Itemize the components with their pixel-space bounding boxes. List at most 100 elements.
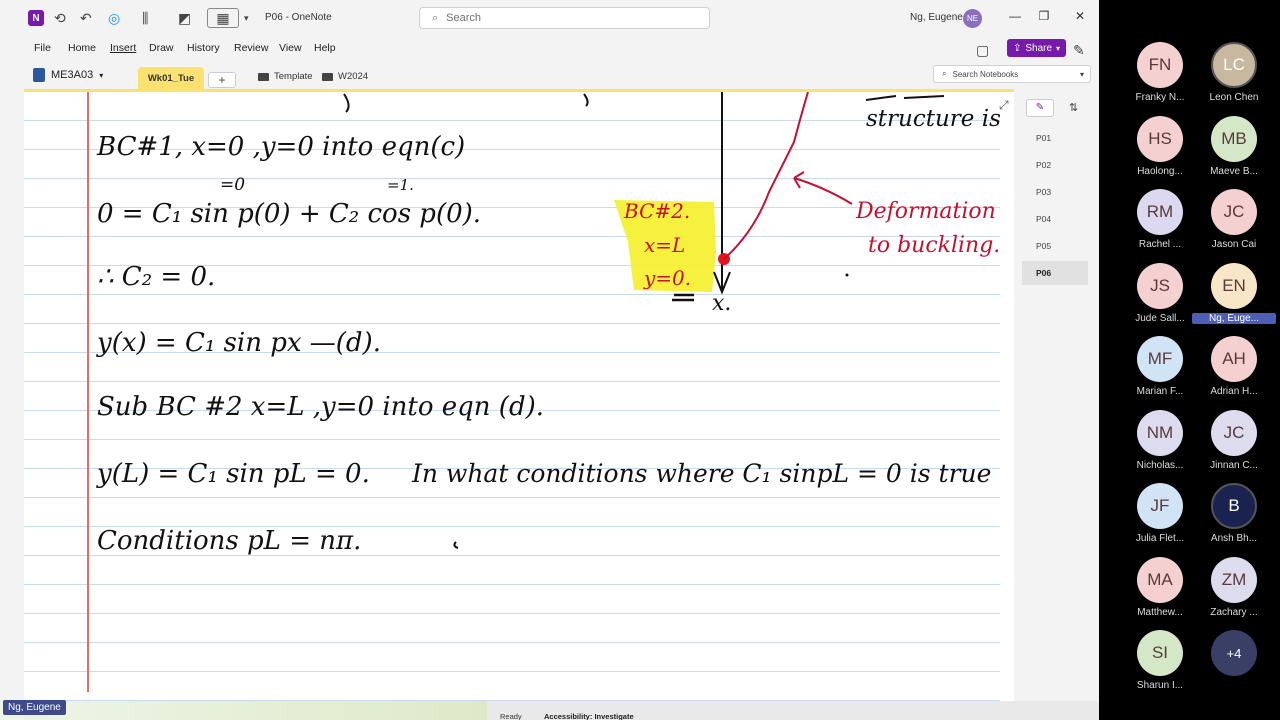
pen-tools-icon[interactable]: ⫼: [142, 8, 148, 28]
section-group-icon: [258, 72, 269, 81]
page-item-p04[interactable]: P04: [1022, 207, 1088, 231]
user-name[interactable]: Ng, Eugene: [910, 12, 963, 23]
search-placeholder: Search: [446, 12, 482, 24]
expand-icon[interactable]: ⤢: [999, 98, 1009, 113]
participant-avatar: MA: [1137, 556, 1183, 603]
participant-avatar: JC: [1211, 409, 1257, 456]
notebook-search-placeholder: Search Notebooks: [952, 69, 1019, 79]
lasso-icon[interactable]: ◩: [178, 8, 191, 28]
participant-avatar: JS: [1137, 262, 1183, 309]
menu-history[interactable]: History: [187, 42, 220, 54]
menu-draw[interactable]: Draw: [149, 42, 174, 54]
menu-file[interactable]: File: [34, 42, 51, 54]
sync-icon[interactable]: ◎: [108, 8, 120, 28]
note-conditions: Conditions pL = nπ.: [97, 526, 361, 556]
participant-tile[interactable]: +4: [1188, 630, 1278, 700]
accessibility-status[interactable]: Accessibility: Investigate: [544, 712, 634, 720]
comments-icon[interactable]: ✎: [1073, 40, 1085, 60]
notebook-name: ME3A03: [51, 69, 94, 81]
participant-avatar: AH: [1211, 336, 1257, 382]
presenter-label: Ng, Eugene: [3, 700, 66, 715]
section-group-template[interactable]: Template: [258, 71, 313, 82]
close-icon[interactable]: ✕: [1070, 9, 1090, 27]
notebook-selector[interactable]: ME3A03 ▾: [33, 68, 103, 82]
menu-bar: File Home Insert Draw History Review Vie…: [0, 36, 1099, 60]
page-item-p06[interactable]: P06: [1022, 261, 1088, 285]
participant-avatar: RM: [1137, 189, 1183, 235]
share-button[interactable]: ⇪ Share ▾: [1007, 39, 1066, 57]
document-title: P06 - OneNote: [265, 12, 332, 23]
page-item-p01[interactable]: P01: [1022, 126, 1088, 150]
participant-tile[interactable]: MB Maeve B...: [1188, 115, 1278, 186]
search-icon: ⌕: [432, 11, 439, 24]
note-deformation: Deformation: [855, 199, 996, 224]
chevron-down-icon: ▾: [1079, 69, 1084, 79]
participant-avatar: HS: [1137, 115, 1183, 162]
participant-avatar: SI: [1137, 630, 1183, 676]
back-icon[interactable]: ⟲: [54, 8, 66, 28]
search-icon: ⌕: [942, 69, 947, 78]
note-therefore: ∴ C₂ = 0.: [97, 262, 215, 292]
participant-photo: B: [1211, 483, 1257, 529]
page-item-p03[interactable]: P03: [1022, 180, 1088, 204]
participant-tile[interactable]: LC Leon Chen: [1188, 42, 1278, 112]
section-tab-active[interactable]: Wk01_Tue: [138, 67, 204, 89]
section-group-w2024[interactable]: W2024: [322, 71, 368, 82]
status-ready: Ready: [500, 712, 522, 720]
note-axis-x: x.: [712, 291, 731, 316]
title-bar: N ⟲ ↶ ◎ ⫼ ◩ ▦ ▾ P06 - OneNote ⌕ Search N…: [0, 0, 1099, 36]
taskbar-strip: [0, 701, 487, 720]
note-bc2: BC#2.: [623, 199, 690, 223]
section-group-label: W2024: [338, 71, 369, 82]
page-item-p05[interactable]: P05: [1022, 234, 1088, 258]
participant-tile[interactable]: AH Adrian H...: [1188, 336, 1278, 406]
menu-review[interactable]: Review: [234, 42, 268, 54]
participant-photo: LC: [1211, 42, 1257, 88]
participant-name: Ansh Bh...: [1210, 533, 1258, 544]
note-question: In what conditions where C₁ sinpL = 0 is…: [411, 459, 991, 488]
notebook-search-input[interactable]: ⌕ Search Notebooks ▾: [933, 65, 1091, 83]
participant-avatar: ZM: [1211, 556, 1257, 603]
notebook-view-icon[interactable]: ▢: [976, 40, 989, 60]
menu-view[interactable]: View: [279, 42, 302, 54]
participant-avatar: JF: [1137, 483, 1183, 529]
section-group-label: Template: [274, 71, 313, 82]
note-sub: Sub BC #2 x=L ,y=0 into eqn (d).: [97, 392, 544, 422]
handwritten-notes: BC#1, x=0 ,y=0 into eqn(c) =0 =1. 0 = C₁…: [96, 92, 1001, 556]
undo-icon[interactable]: ↶: [80, 8, 92, 28]
participant-tile[interactable]: JC Jason Cai: [1188, 189, 1278, 259]
share-label: Share: [1025, 42, 1053, 54]
section-group-icon: [322, 72, 333, 81]
participant-name: Ng, Euge...: [1192, 312, 1276, 324]
page-canvas[interactable]: BC#1, x=0 ,y=0 into eqn(c) =0 =1. 0 = C₁…: [24, 89, 1014, 701]
page-list: ✎ ⇅ P01 P02 P03 P04 P05 P06: [1014, 89, 1099, 701]
participant-avatar: FN: [1137, 42, 1183, 88]
participant-tile[interactable]: B Ansh Bh...: [1188, 483, 1278, 553]
menu-insert[interactable]: Insert: [110, 42, 136, 54]
user-avatar[interactable]: NE: [963, 9, 982, 28]
onenote-window: N ⟲ ↶ ◎ ⫼ ◩ ▦ ▾ P06 - OneNote ⌕ Search N…: [0, 0, 1099, 720]
participant-tile[interactable]: JC Jinnan C...: [1188, 409, 1278, 480]
add-page-icon[interactable]: ✎: [1026, 99, 1054, 117]
search-input[interactable]: ⌕ Search: [419, 7, 710, 29]
minimize-icon[interactable]: —: [1005, 9, 1025, 27]
page-item-p02[interactable]: P02: [1022, 153, 1088, 177]
status-bar: Ready Accessibility: Investigate: [0, 701, 1099, 720]
note-bc1: BC#1, x=0 ,y=0 into eqn(c): [96, 132, 465, 162]
restore-icon[interactable]: ❐: [1034, 9, 1054, 27]
note-eq0: 0 = C₁ sin p(0) + C₂ cos p(0).: [97, 199, 481, 229]
participant-tile[interactable]: ZM Zachary ...: [1188, 556, 1278, 627]
note-yx: y(x) = C₁ sin px —(d).: [96, 328, 381, 358]
sort-icon[interactable]: ⇅: [1069, 101, 1078, 114]
menu-help[interactable]: Help: [314, 42, 336, 54]
chevron-down-icon: ▾: [1056, 43, 1061, 53]
add-section-button[interactable]: +: [208, 72, 236, 88]
participant-name: Jinnan C...: [1210, 459, 1258, 471]
menu-home[interactable]: Home: [68, 42, 96, 54]
participant-avatar: JC: [1211, 189, 1257, 235]
note-structure: structure is: [866, 106, 1001, 132]
participant-tile[interactable]: EN Ng, Euge...: [1188, 262, 1278, 333]
table-icon[interactable]: ▦: [207, 8, 239, 28]
participant-name: Adrian H...: [1210, 386, 1258, 397]
customize-toolbar-icon[interactable]: ▾: [244, 8, 249, 28]
